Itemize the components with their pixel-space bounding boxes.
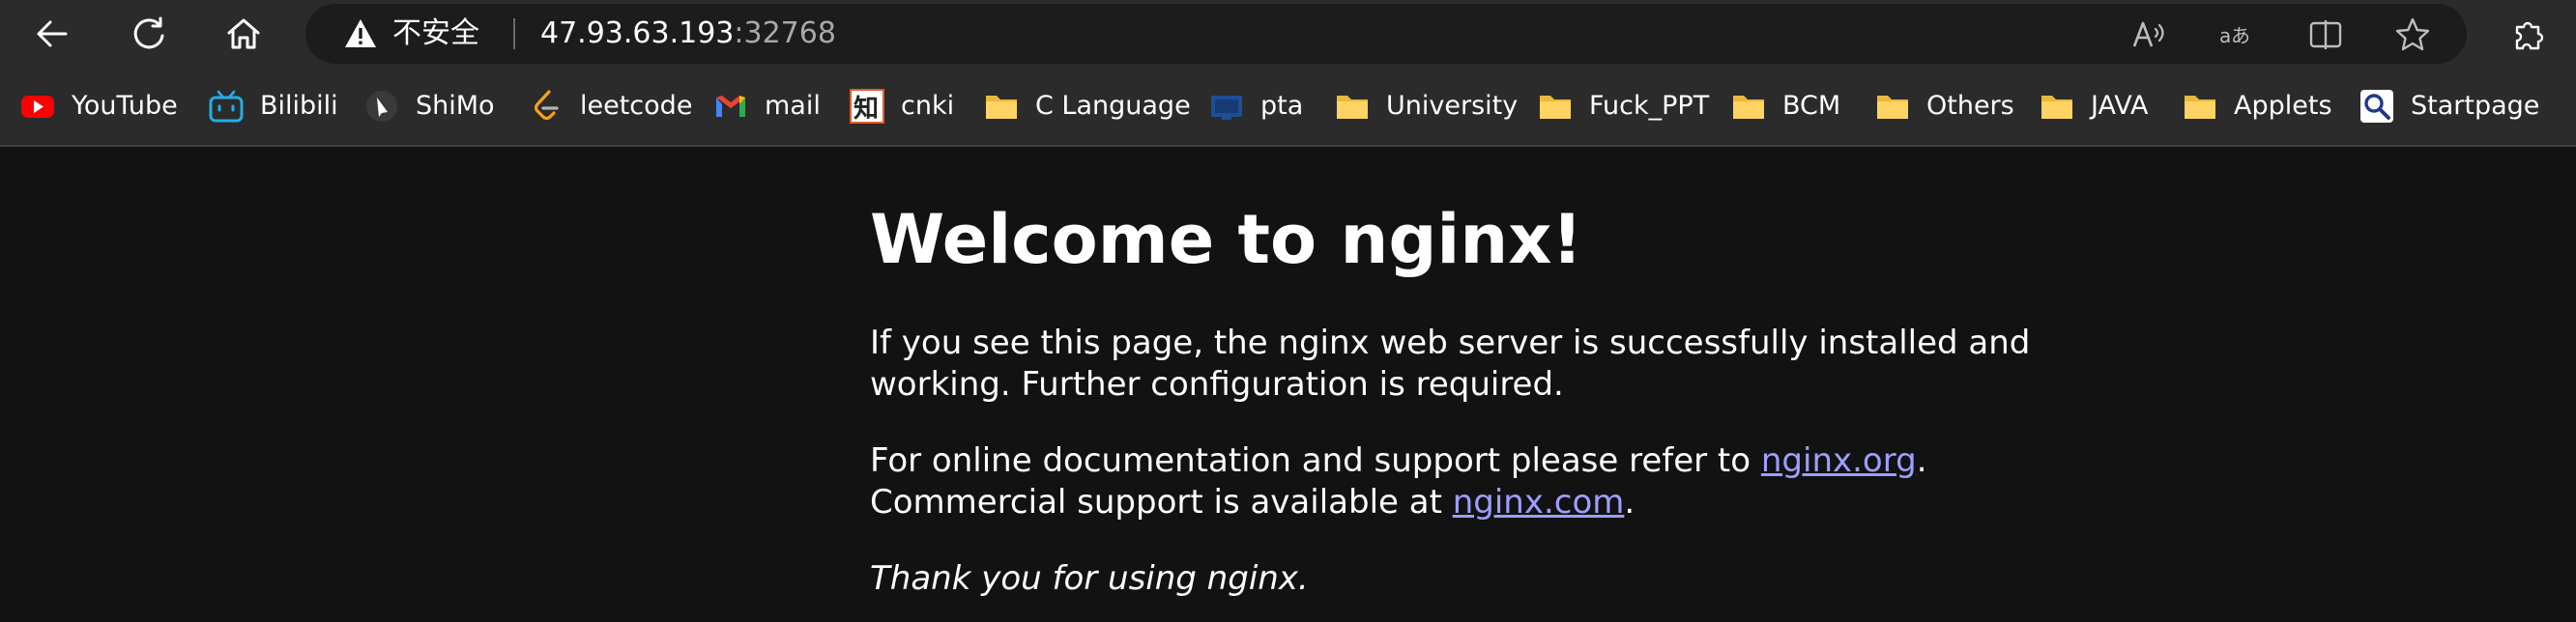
bookmark-label: JAVA [2091,91,2149,121]
page-title: Welcome to nginx! [870,200,1583,279]
folder-icon [983,88,1020,125]
shimo-icon [363,88,400,125]
favorite-button[interactable] [2393,15,2432,54]
warning-icon[interactable] [344,17,377,50]
reload-button[interactable] [124,9,174,59]
bookmark-label: Startpage [2411,91,2540,121]
commercial-period: . [1624,483,1635,522]
startpage-icon [2359,88,2395,125]
bookmark-folder-fuck-ppt[interactable]: Fuck_PPT [1537,85,1709,127]
documentation-period: . [1916,441,1927,480]
folder-icon [1334,88,1371,125]
svg-text:あ: あ [2231,24,2250,47]
folder-icon [1730,88,1767,125]
favorite-star-icon [2395,17,2430,51]
extensions-button[interactable] [2504,9,2554,59]
folder-icon [1874,88,1911,125]
folder-icon [2182,88,2218,125]
page-content: Welcome to nginx! If you see this page, … [870,147,2088,600]
thank-you-message: Thank you for using nginx. [870,559,1309,598]
youtube-icon [19,88,56,125]
gmail-icon [712,88,749,125]
bookmark-label: Fuck_PPT [1589,91,1710,121]
home-icon [227,18,260,49]
bookmark-pta[interactable]: pta [1208,85,1303,127]
commercial-support-text: Commercial support is available at [870,483,1453,522]
svg-text:a: a [2219,24,2231,47]
split-screen-button[interactable] [2306,15,2345,54]
url-port: :32768 [734,16,836,50]
translate-icon: a あ [2219,24,2250,47]
cnki-icon: 知 [849,88,885,125]
bookmark-label: mail [765,91,821,121]
extensions-puzzle-icon [2515,21,2544,50]
read-aloud-icon [2132,21,2164,47]
security-status-label[interactable]: 不安全 [392,16,479,51]
bookmark-label: C Language [1035,91,1191,121]
url-host: 47.93.63.193 [540,16,735,50]
bookmark-label: leetcode [580,91,693,121]
bookmark-folder-java[interactable]: JAVA [2039,85,2148,127]
bookmark-folder-applets[interactable]: Applets [2182,85,2332,127]
leetcode-icon [528,88,564,125]
folder-icon [2039,88,2075,125]
address-bar[interactable]: 不安全 47.93.63.193:32768 a あ [305,4,2467,64]
bookmark-bilibili[interactable]: Bilibili [208,85,338,127]
reload-icon [133,16,164,49]
bookmark-folder-bcm[interactable]: BCM [1730,85,1840,127]
bookmark-label: BCM [1782,91,1841,121]
bookmark-label: Bilibili [260,91,338,121]
bookmark-cnki[interactable]: 知 cnki [849,85,954,127]
bookmark-label: ShiMo [416,91,495,121]
bookmark-label: Applets [2234,91,2332,121]
bookmark-label: YouTube [72,91,178,121]
bookmark-shimo[interactable]: ShiMo [363,85,495,127]
documentation-message: For online documentation and support ple… [870,440,2088,523]
svg-text:知: 知 [854,95,879,124]
bilibili-icon [208,88,245,125]
bookmark-folder-c-language[interactable]: C Language [983,85,1191,127]
bookmark-label: cnki [901,91,955,121]
address-separator [513,18,515,49]
bookmark-folder-university[interactable]: University [1334,85,1518,127]
bookmark-label: pta [1260,91,1304,121]
install-message: If you see this page, the nginx web serv… [870,324,2031,404]
bookmark-label: Others [1926,91,2014,121]
nginx-com-link[interactable]: nginx.com [1453,483,1625,522]
folder-icon [1537,88,1574,125]
nginx-org-link[interactable]: nginx.org [1761,441,1917,480]
bookmark-label: University [1386,91,1519,121]
bookmark-youtube[interactable]: YouTube [19,85,178,127]
bookmark-leetcode[interactable]: leetcode [528,85,692,127]
bookmark-folder-others[interactable]: Others [1874,85,2014,127]
split-screen-icon [2309,20,2342,49]
bookmark-startpage[interactable]: Startpage [2359,85,2539,127]
back-button[interactable] [27,9,77,59]
documentation-text: For online documentation and support ple… [870,441,1761,480]
read-aloud-button[interactable] [2130,15,2169,54]
translate-button[interactable]: a あ [2219,15,2258,54]
back-arrow-icon [37,20,68,47]
pta-icon [1208,88,1245,125]
browser-toolbar: 不安全 47.93.63.193:32768 a あ [0,0,2576,68]
home-button[interactable] [218,9,269,59]
bookmarks-bar: YouTube Bilibili ShiMo leetcode mail 知 c… [0,68,2576,147]
bookmark-mail[interactable]: mail [712,85,821,127]
url-text[interactable]: 47.93.63.193:32768 [540,16,836,51]
